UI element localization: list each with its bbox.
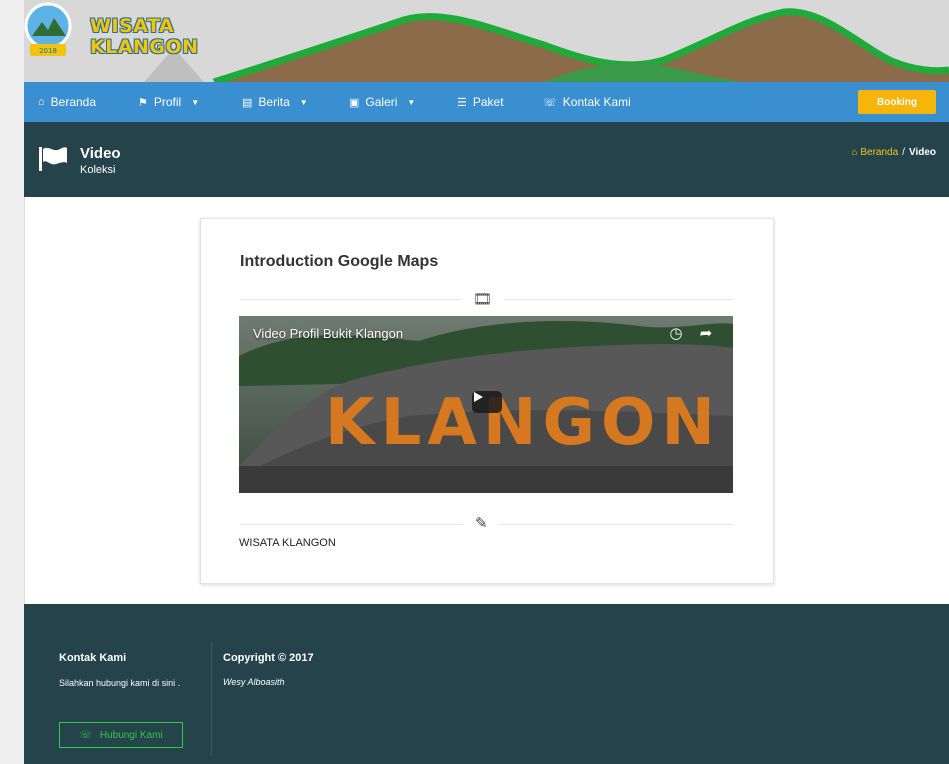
page-subtitle: Koleksi: [80, 164, 116, 176]
page-title: Video: [80, 145, 121, 162]
image-icon: ▣: [349, 96, 360, 109]
logo-line-2: KLANGON: [90, 36, 199, 58]
page-header: Video Koleksi ⌂ Beranda / Video: [24, 122, 949, 197]
list-icon: ☰: [457, 96, 467, 109]
footer-contact-heading: Kontak Kami: [59, 652, 127, 664]
breadcrumb: ⌂ Beranda / Video: [852, 147, 936, 158]
booking-button[interactable]: Booking: [858, 90, 936, 114]
breadcrumb-separator: /: [902, 147, 905, 158]
video-title: Video Profil Bukit Klangon: [253, 326, 404, 341]
home-icon: ⌂: [851, 147, 858, 158]
nav-label-berita: Berita: [258, 95, 290, 109]
chevron-down-icon: ▼: [299, 97, 308, 107]
footer-copyright: Copyright © 2017 Wesy Alboasith: [223, 652, 314, 687]
breadcrumb-home-label: Beranda: [860, 147, 899, 158]
logo-line-1: WISATA: [90, 15, 175, 37]
logo-text: WISATA KLANGON: [90, 16, 199, 58]
newspaper-icon: ▤: [242, 96, 253, 109]
card-title: Introduction Google Maps: [240, 253, 439, 270]
author-text: Wesy Alboasith: [223, 677, 285, 687]
clock-icon[interactable]: ◷: [667, 324, 685, 342]
chevron-down-icon: ▼: [407, 97, 416, 107]
footer-contact-text: Silahkan hubungi kami di sini .: [59, 678, 181, 688]
film-icon: 🎞: [461, 290, 505, 308]
nav-label-galeri: Galeri: [365, 95, 398, 109]
nav-label-beranda: Beranda: [50, 95, 97, 109]
nav-label-profil: Profil: [153, 95, 182, 109]
page-root: 2018 WISATA KLANGON ⌂ Beranda ⚑ Profil ▼…: [0, 0, 949, 764]
contact-us-label: Hubungi Kami: [99, 729, 163, 741]
nav-label-paket: Paket: [472, 95, 504, 109]
nav-item-galeri[interactable]: ▣ Galeri ▼: [349, 82, 415, 122]
nav-item-kontak-kami[interactable]: ☏ Kontak Kami: [543, 82, 631, 122]
flag-icon: ⚑: [138, 96, 148, 109]
play-icon: [474, 392, 483, 402]
home-icon: ⌂: [38, 96, 45, 108]
share-icon[interactable]: ➦: [697, 324, 715, 342]
breadcrumb-home-link[interactable]: ⌂ Beranda: [852, 147, 899, 158]
footer: Kontak Kami Silahkan hubungi kami di sin…: [24, 604, 949, 764]
main-navbar: ⌂ Beranda ⚑ Profil ▼ ▤ Berita ▼ ▣ Galeri…: [24, 82, 949, 122]
footer-contact: Kontak Kami Silahkan hubungi kami di sin…: [59, 652, 189, 748]
nav-item-profil[interactable]: ⚑ Profil ▼: [138, 82, 199, 122]
phone-icon: ☏: [79, 729, 92, 741]
card-caption: WISATA KLANGON: [239, 537, 336, 549]
phone-icon: ☏: [543, 96, 557, 109]
video-card: Introduction Google Maps 🎞 KLANGON Video…: [200, 218, 774, 584]
nav-item-beranda[interactable]: ⌂ Beranda: [38, 82, 96, 122]
svg-text:2018: 2018: [39, 47, 57, 55]
video-player[interactable]: KLANGON Video Profil Bukit Klangon ◷ ➦: [239, 316, 733, 493]
nav-item-paket[interactable]: ☰ Paket: [457, 82, 504, 122]
video-sign-text: KLANGON: [325, 386, 721, 460]
edit-icon: ✎: [463, 514, 500, 532]
contact-us-button[interactable]: ☏ Hubungi Kami: [59, 722, 183, 748]
header-banner: 2018 WISATA KLANGON: [24, 0, 949, 82]
play-button[interactable]: [472, 391, 502, 413]
logo-icon: 2018: [24, 2, 72, 56]
breadcrumb-current: Video: [908, 147, 936, 158]
flag-icon: [39, 147, 67, 171]
chevron-down-icon: ▼: [191, 97, 200, 107]
nav-label-kontak-kami: Kontak Kami: [562, 95, 631, 109]
footer-divider: [211, 642, 212, 756]
nav-item-berita[interactable]: ▤ Berita ▼: [242, 82, 308, 122]
copyright-text: Copyright © 2017: [223, 652, 314, 664]
